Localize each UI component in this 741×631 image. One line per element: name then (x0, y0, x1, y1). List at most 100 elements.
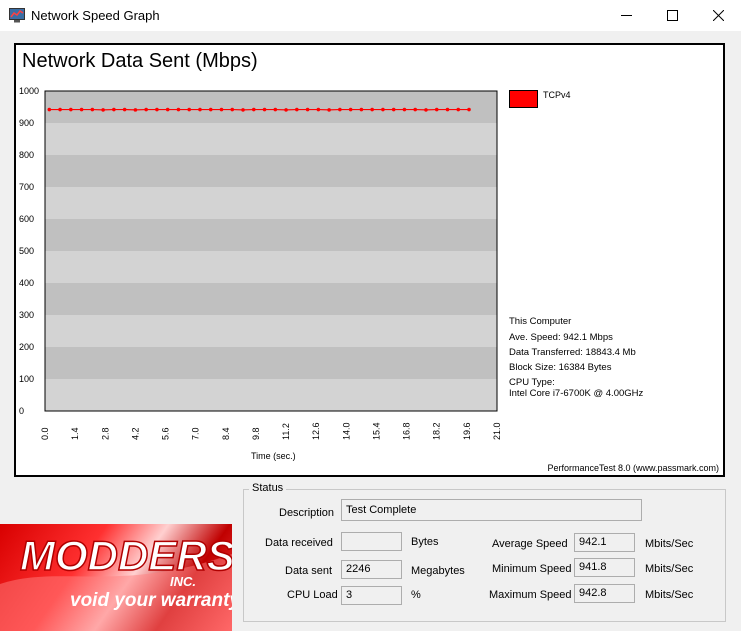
data-point (208, 107, 213, 112)
data-point (434, 107, 439, 112)
data-point (251, 107, 256, 112)
data-point (262, 107, 267, 112)
y-tick-label: 900 (19, 118, 34, 128)
x-tick-label: 2.8 (100, 427, 110, 440)
y-tick-label: 1000 (19, 86, 39, 96)
description-label: Description (279, 507, 335, 519)
data-point (391, 107, 396, 112)
cpu-load-label: CPU Load (287, 589, 338, 601)
maximum-speed-unit: Mbits/Sec (645, 589, 694, 601)
data-received-field[interactable] (341, 532, 402, 551)
x-tick-label: 4.2 (130, 427, 140, 440)
cpu-load-unit: % (411, 589, 421, 601)
data-received-label: Data received (265, 537, 333, 549)
passmark-credit: PerformanceTest 8.0 (www.passmark.com) (547, 463, 719, 473)
info-heading: This Computer (509, 316, 572, 327)
plot-band (45, 155, 497, 187)
data-point (133, 108, 138, 112)
chart-panel: Network Data Sent (Mbps) 0 100 200 300 400 50… (14, 43, 725, 477)
x-tick-label: 5.6 (161, 427, 171, 440)
data-point (241, 108, 245, 112)
maximize-button[interactable] (649, 0, 695, 31)
x-tick-label: 8.4 (221, 427, 231, 440)
data-point (327, 108, 331, 112)
data-point (273, 107, 278, 112)
info-block-size: Block Size: 16384 Bytes (509, 362, 612, 373)
data-point (381, 107, 385, 112)
y-tick-label: 800 (19, 150, 34, 160)
plot-band (45, 91, 497, 123)
description-field[interactable]: Test Complete (341, 499, 642, 521)
data-point (284, 108, 288, 112)
data-point (359, 107, 364, 112)
x-tick-label: 15.4 (371, 422, 381, 440)
data-point (112, 107, 116, 112)
data-point (219, 107, 224, 112)
x-tick-label: 9.8 (251, 427, 261, 440)
data-point (69, 107, 73, 112)
data-point (79, 107, 84, 112)
data-point (101, 108, 105, 112)
logo-tagline-text: void your warranty (70, 590, 232, 611)
data-point (348, 107, 353, 112)
data-point (58, 107, 62, 112)
minimum-speed-unit: Mbits/Sec (645, 563, 694, 575)
x-axis-label: Time (sec.) (251, 451, 296, 461)
data-point (445, 107, 450, 112)
y-tick-label: 400 (19, 278, 34, 288)
minimize-button[interactable] (603, 0, 649, 31)
status-group-label: Status (249, 482, 287, 494)
data-point (230, 107, 235, 112)
data-sent-label: Data sent (285, 565, 333, 577)
close-button[interactable] (695, 0, 741, 31)
data-point (187, 107, 192, 112)
y-tick-label: 300 (19, 310, 34, 320)
x-tick-label: 12.6 (311, 422, 321, 440)
data-point (424, 108, 428, 112)
data-point (176, 107, 181, 112)
x-tick-label: 18.2 (432, 422, 442, 440)
average-speed-unit: Mbits/Sec (645, 538, 694, 550)
network-graph-app-icon (9, 8, 25, 23)
minimize-icon (620, 15, 632, 16)
data-sent-unit: Megabytes (411, 565, 465, 577)
data-point (456, 107, 461, 112)
title-bar: Network Speed Graph (0, 0, 741, 31)
info-cpu-type-label: CPU Type: (509, 377, 555, 388)
data-point (144, 107, 148, 112)
data-point (47, 107, 52, 112)
logo-brand-text: MODDERS (20, 532, 232, 579)
maximize-icon (666, 10, 678, 21)
minimum-speed-field[interactable]: 941.8 (574, 558, 635, 577)
data-point (155, 107, 159, 112)
minimum-speed-label: Minimum Speed (492, 563, 572, 575)
y-tick-label: 0 (19, 406, 24, 416)
data-received-unit: Bytes (411, 536, 439, 548)
x-tick-label: 16.8 (402, 422, 412, 440)
data-point (90, 107, 95, 112)
x-tick-label: 1.4 (70, 427, 80, 440)
window-title: Network Speed Graph (31, 8, 160, 23)
maximum-speed-field[interactable]: 942.8 (574, 584, 635, 603)
cpu-load-field[interactable]: 3 (341, 586, 402, 605)
average-speed-label: Average Speed (492, 538, 568, 550)
x-tick-label: 0.0 (40, 427, 50, 440)
data-sent-field[interactable]: 2246 (341, 560, 402, 579)
data-point (305, 107, 310, 112)
data-point (467, 107, 471, 112)
data-point (413, 107, 418, 112)
y-tick-label: 600 (19, 214, 34, 224)
y-tick-label: 100 (19, 374, 34, 384)
data-point (316, 107, 321, 112)
data-point (295, 107, 299, 112)
average-speed-field[interactable]: 942.1 (574, 533, 635, 552)
plot-band (45, 347, 497, 379)
x-tick-label: 21.0 (492, 422, 502, 440)
x-tick-label: 14.0 (341, 422, 351, 440)
modders-inc-logo: MODDERS INC. void your warranty (0, 524, 232, 631)
logo-graphic: MODDERS INC. void your warranty (0, 531, 232, 631)
y-tick-label: 500 (19, 246, 34, 256)
data-point (370, 107, 374, 112)
data-point (165, 107, 170, 112)
info-ave-speed: Ave. Speed: 942.1 Mbps (509, 332, 613, 343)
